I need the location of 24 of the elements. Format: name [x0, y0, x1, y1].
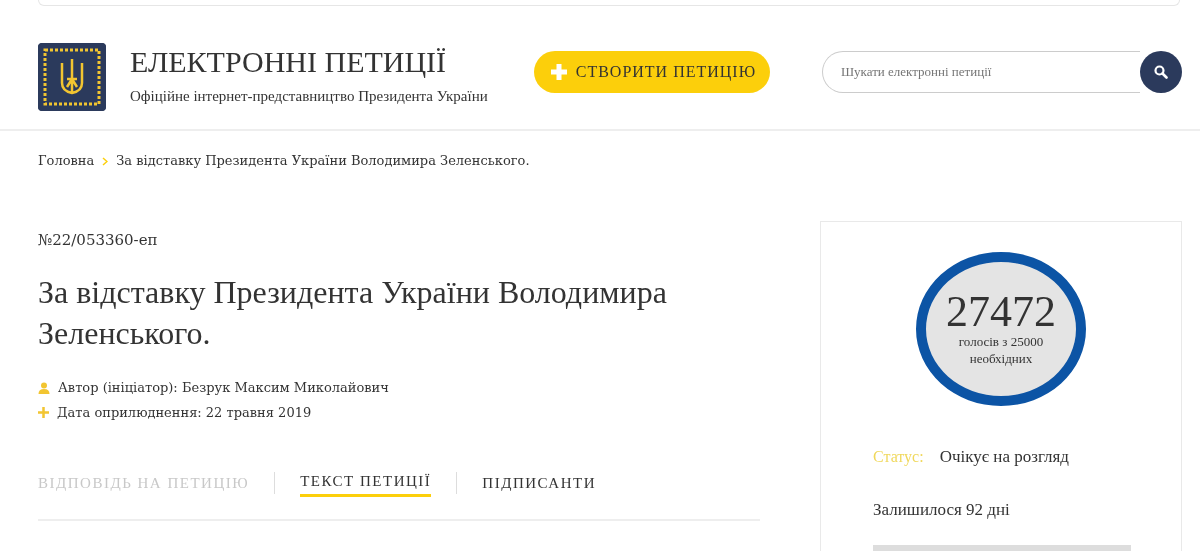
person-icon	[38, 381, 50, 394]
days-remaining: Залишилося 92 дні	[873, 499, 1011, 521]
plus-icon	[549, 63, 568, 81]
coat-of-arms-logo[interactable]	[38, 43, 106, 111]
petition-title: За відставку Президента України Володимира Зеленського.	[38, 273, 668, 353]
search-button[interactable]	[1140, 51, 1182, 93]
votes-caption: голосів з 25000 необхідних	[957, 334, 1045, 367]
search-icon	[1154, 65, 1168, 79]
publication-date: Дата оприлюднення: 22 травня 2019	[57, 403, 312, 422]
create-petition-button[interactable]: СТВОРИТИ ПЕТИЦІЮ	[533, 51, 771, 93]
author-text: Автор (ініціатор): Безрук Максим Миколайович	[58, 379, 389, 397]
breadcrumb-link[interactable]: Головна	[38, 151, 95, 171]
site-title: ЕЛЕКТРОННІ ПЕТИЦІЇ	[130, 47, 448, 77]
plus-icon	[38, 406, 49, 418]
petition-tab[interactable]: ПІДПИСАНТИ	[482, 471, 596, 495]
site-subtitle: Офіційне інтернет-представництво Президента України	[130, 87, 488, 106]
chevron-icon	[102, 157, 109, 166]
breadcrumb-current: За відставку Президента України Володимира Зеленського.	[116, 152, 530, 170]
votes-count: 27472	[946, 290, 1056, 335]
petition-number: №22/053360-еп	[38, 229, 159, 251]
status-value: Очікує на розгляд	[939, 445, 1069, 468]
petition-tab[interactable]: ТЕКСТ ПЕТИЦІЇ	[300, 470, 432, 497]
status-label: Статус:	[873, 446, 924, 468]
search-field[interactable]: Шукати електронні петиції	[822, 51, 1140, 93]
